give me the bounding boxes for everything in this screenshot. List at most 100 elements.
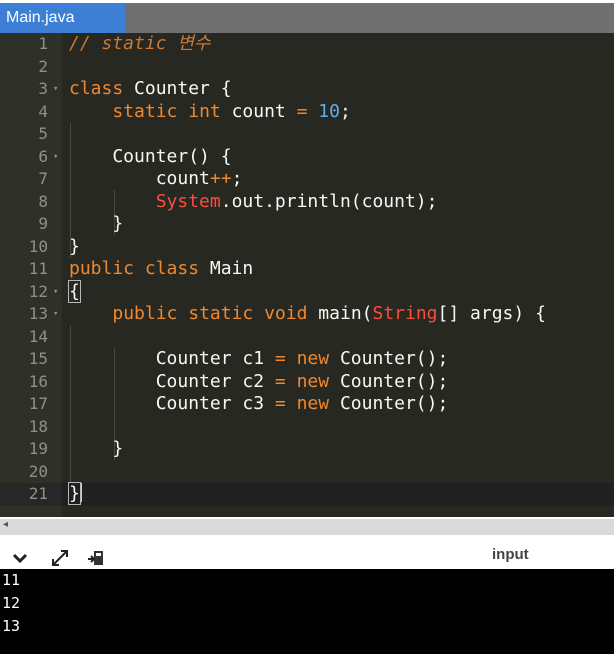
line-number: 1 (38, 34, 48, 53)
code-token: main( (307, 303, 373, 324)
matched-brace: } (68, 482, 81, 505)
code-line: 18 (0, 416, 614, 439)
code-line: 3 ▾ class Counter { (0, 78, 614, 101)
code-token: count (69, 168, 210, 189)
code-line: 5 (0, 123, 614, 146)
line-number: 6 (38, 146, 48, 166)
code-text: Counter c3 = new Counter(); (69, 393, 449, 416)
keyword: int (188, 100, 221, 122)
keyword: void (264, 303, 308, 324)
horizontal-scrollbar[interactable]: ◂ (0, 517, 614, 537)
code-line: 13 ▾ public static void main(String[] ar… (0, 303, 614, 326)
line-number: 3 (38, 79, 48, 98)
code-token: count (220, 100, 297, 122)
line-number: 19 (28, 439, 48, 458)
line-number: 18 (28, 416, 48, 436)
code-token: Counter(); (329, 393, 449, 414)
line-number: 2 (38, 56, 48, 76)
code-token: [] args) { (437, 303, 546, 324)
code-line: 17 Counter c3 = new Counter(); (0, 393, 614, 416)
input-label[interactable]: input (492, 546, 529, 563)
console-output: 11 12 13 (0, 569, 614, 654)
keyword: static (112, 100, 178, 122)
code-token: Counter c2 (69, 370, 275, 392)
line-number: 15 (28, 349, 48, 368)
code-line: 9 } (0, 213, 614, 236)
code-text: System.out.println(count); (69, 190, 438, 214)
comment: // static 변수 (69, 33, 211, 54)
operator: = (274, 370, 286, 392)
keyword: class (144, 258, 200, 279)
fold-arrow-icon[interactable]: ▾ (53, 303, 62, 326)
code-text: public static void main(String[] args) { (69, 303, 546, 326)
line-number: 7 (38, 169, 48, 188)
line-number: 14 (28, 326, 48, 346)
keyword: class (69, 78, 124, 99)
code-token: Counter(); (329, 370, 449, 392)
code-text: static int count = 10; (69, 100, 351, 124)
scroll-left-arrow-icon[interactable]: ◂ (3, 519, 8, 530)
code-token: Counter { (123, 78, 232, 99)
code-text: count++; (69, 168, 243, 191)
code-line: 8 System.out.println(count); (0, 191, 614, 214)
code-text: Counter() { (69, 145, 232, 167)
class-ref: String (372, 303, 438, 324)
line-number: 20 (28, 461, 48, 481)
line-number: 16 (28, 371, 48, 391)
code-text: class Counter { (69, 78, 232, 101)
keyword: public (69, 258, 135, 279)
code-line: 1 // static 변수 (0, 33, 614, 56)
code-line: 6 ▾ Counter() { (0, 146, 614, 169)
scrollbar-track[interactable] (0, 519, 614, 535)
line-number: 21 (28, 484, 48, 503)
code-text: } (68, 482, 82, 506)
code-line: 16 Counter c2 = new Counter(); (0, 371, 614, 394)
tab-main-java[interactable]: Main.java (0, 3, 125, 33)
line-number: 4 (38, 101, 48, 121)
output-line: 12 (2, 594, 21, 612)
code-line: 11 public class Main (0, 258, 614, 281)
fold-arrow-icon[interactable]: ▾ (53, 146, 62, 169)
code-token: Main (199, 258, 254, 279)
operator: = (274, 393, 286, 414)
keyword: new (296, 393, 330, 414)
code-text: public class Main (69, 258, 253, 281)
line-number: 10 (28, 236, 48, 256)
fold-arrow-icon[interactable]: ▾ (53, 78, 62, 101)
code-token: Counter(); (329, 348, 449, 369)
clear-output-icon[interactable] (86, 548, 106, 568)
keyword: new (296, 348, 330, 369)
number-literal: 10 (318, 100, 340, 122)
code-text: { (68, 279, 81, 304)
code-token: .out.println(count); (220, 190, 438, 212)
code-text: Counter c1 = new Counter(); (69, 348, 449, 371)
code-line: 14 (0, 326, 614, 349)
operator: = (274, 348, 286, 369)
chevron-down-icon[interactable] (10, 548, 30, 568)
code-line: 2 (0, 56, 614, 79)
line-number: 12 (28, 281, 48, 301)
code-token: ; (339, 100, 351, 122)
code-line: 12 ▾ { (0, 279, 614, 304)
output-line: 13 (2, 617, 21, 635)
operator: ++ (209, 168, 232, 189)
line-number: 11 (28, 259, 48, 278)
code-text: // static 변수 (69, 33, 211, 56)
line-number: 9 (38, 214, 48, 233)
code-line: 7 count++; (0, 168, 614, 191)
code-line: 4 static int count = 10; (0, 101, 614, 124)
output-line: 11 (2, 571, 21, 589)
operator: = (296, 100, 308, 122)
line-number: 8 (38, 191, 48, 211)
line-number: 13 (28, 304, 48, 323)
fold-arrow-icon[interactable]: ▾ (53, 281, 62, 304)
line-number: 5 (38, 124, 48, 143)
code-token: Counter c1 (69, 348, 275, 369)
code-editor[interactable]: 1 // static 변수 2 3 ▾ class Counter { 4 s… (0, 33, 614, 517)
text-cursor (79, 483, 82, 502)
code-line-active: 21 } (0, 482, 614, 506)
code-text: Counter c2 = new Counter(); (69, 370, 449, 394)
expand-icon[interactable] (50, 548, 70, 568)
